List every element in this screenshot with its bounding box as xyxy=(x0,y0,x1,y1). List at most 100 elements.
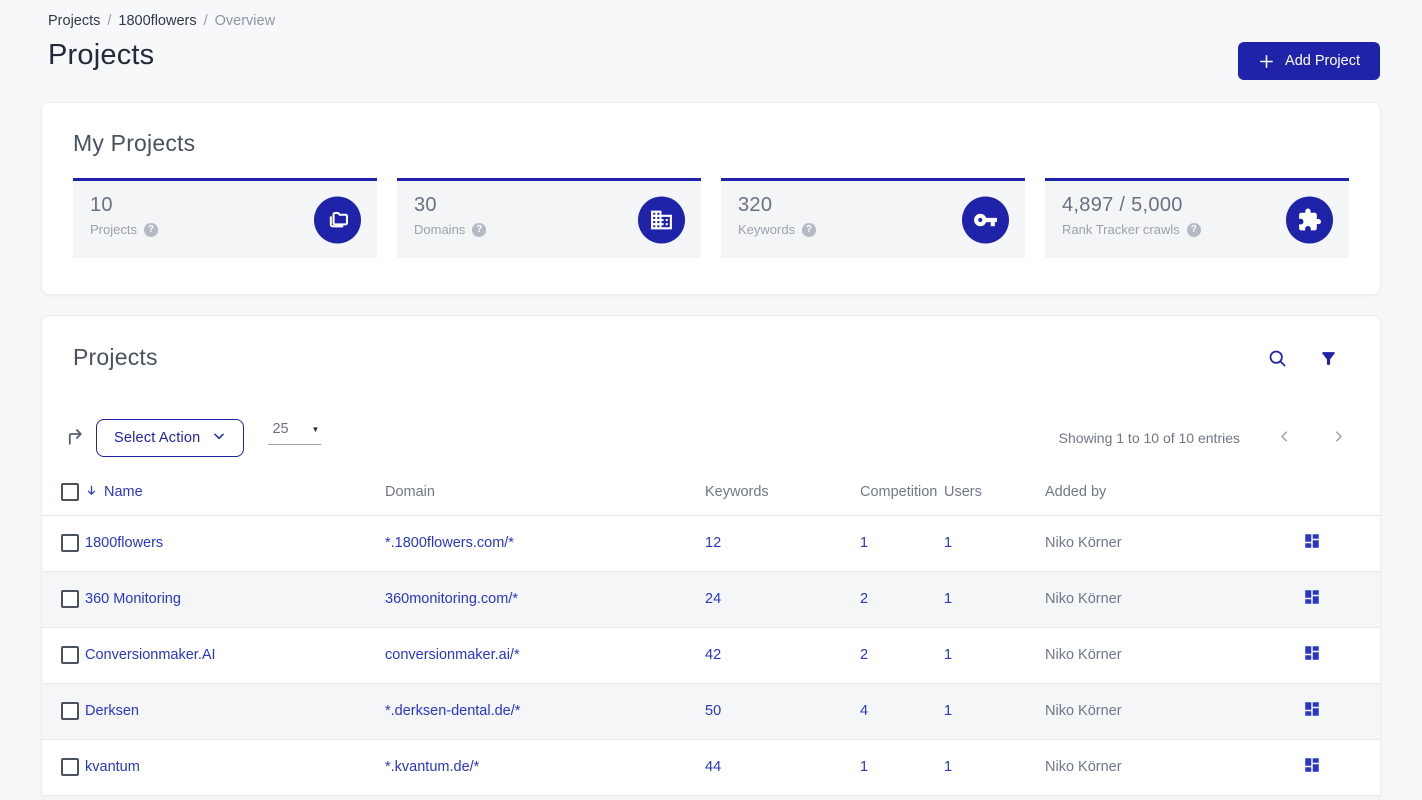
table-row: 360 Monitoring 360monitoring.com/* 24 2 … xyxy=(42,571,1380,628)
breadcrumb-overview: Overview xyxy=(214,13,276,29)
column-header-keywords[interactable]: Keywords xyxy=(705,470,860,516)
dashboard-icon[interactable] xyxy=(1303,532,1321,554)
breadcrumb-separator: / xyxy=(107,13,112,29)
stat-label: Domains xyxy=(414,222,466,237)
page: Projects / 1800flowers / Overview Projec… xyxy=(0,0,1422,800)
competition-count-link[interactable]: 1 xyxy=(860,535,868,551)
row-checkbox[interactable] xyxy=(61,758,79,776)
added-by-text: Niko Körner xyxy=(1045,627,1244,684)
table-header-row: Name Domain Keywords Competition Users A… xyxy=(42,470,1380,516)
building-icon xyxy=(638,196,685,243)
help-icon[interactable]: ? xyxy=(472,222,487,237)
dashboard-icon[interactable] xyxy=(1303,588,1321,610)
stat-tile-domains: 30 Domains ? xyxy=(397,178,701,258)
added-by-text: Niko Körner xyxy=(1045,683,1244,740)
page-size-value: 25 xyxy=(272,421,289,437)
project-domain-link[interactable]: conversionmaker.ai/* xyxy=(385,647,520,663)
table-toolbar: Select Action 25 ▼ Showing 1 to 10 of 10… xyxy=(42,419,1380,457)
project-name-link[interactable]: Conversionmaker.AI xyxy=(85,647,216,663)
competition-count-link[interactable]: 2 xyxy=(860,647,868,663)
puzzle-icon xyxy=(1286,196,1333,243)
projects-panel-title: Projects xyxy=(73,344,158,370)
users-count-link[interactable]: 1 xyxy=(944,703,952,719)
column-header-users[interactable]: Users xyxy=(944,470,1045,516)
add-project-label: Add Project xyxy=(1285,53,1360,69)
table-row: Conversionmaker.AI conversionmaker.ai/* … xyxy=(42,627,1380,684)
help-icon[interactable]: ? xyxy=(1186,222,1201,237)
pagination-next-icon[interactable] xyxy=(1331,429,1346,447)
project-domain-link[interactable]: *.1800flowers.com/* xyxy=(385,535,514,551)
page-size-select[interactable]: 25 ▼ xyxy=(268,421,322,445)
stat-tile-keywords: 320 Keywords ? xyxy=(721,178,1025,258)
table-row: 1800flowers *.1800flowers.com/* 12 1 1 N… xyxy=(42,515,1380,572)
keywords-count-link[interactable]: 12 xyxy=(705,535,721,551)
users-count-link[interactable]: 1 xyxy=(944,591,952,607)
plus-icon xyxy=(1258,53,1275,70)
chevron-down-icon xyxy=(212,429,226,447)
column-header-actions xyxy=(1244,470,1380,516)
breadcrumb-separator: / xyxy=(203,13,208,29)
dashboard-icon[interactable] xyxy=(1303,644,1321,666)
help-icon[interactable]: ? xyxy=(143,222,158,237)
users-count-link[interactable]: 1 xyxy=(944,759,952,775)
help-icon[interactable]: ? xyxy=(802,222,817,237)
search-icon[interactable] xyxy=(1267,348,1288,372)
row-checkbox[interactable] xyxy=(61,646,79,664)
page-title: Projects xyxy=(48,39,155,71)
pagination-prev-icon[interactable] xyxy=(1277,429,1292,447)
add-project-button[interactable]: Add Project xyxy=(1238,42,1380,80)
key-icon xyxy=(962,196,1009,243)
project-name-link[interactable]: 1800flowers xyxy=(85,535,163,551)
competition-count-link[interactable]: 4 xyxy=(860,703,868,719)
keywords-count-link[interactable]: 50 xyxy=(705,703,721,719)
competition-count-link[interactable]: 2 xyxy=(860,591,868,607)
caret-down-icon: ▼ xyxy=(311,424,320,434)
competition-count-link[interactable]: 1 xyxy=(860,759,868,775)
dashboard-icon[interactable] xyxy=(1303,756,1321,778)
projects-table: Name Domain Keywords Competition Users A… xyxy=(42,470,1380,800)
column-header-domain[interactable]: Domain xyxy=(385,470,705,516)
table-row: Derksen *.derksen-dental.de/* 50 4 1 Nik… xyxy=(42,683,1380,740)
stat-label: Projects xyxy=(90,222,137,237)
page-header: Projects Add Project xyxy=(41,39,1381,80)
stats-grid: 10 Projects ? 30 Domains ? 320 Keywords … xyxy=(73,178,1349,258)
keywords-count-link[interactable]: 42 xyxy=(705,647,721,663)
keywords-count-link[interactable]: 44 xyxy=(705,759,721,775)
projects-card: Projects Select Action 25 ▼ Showing 1 to… xyxy=(41,315,1381,800)
column-header-competition[interactable]: Competition xyxy=(860,470,944,516)
table-row xyxy=(42,795,1380,800)
dashboard-icon[interactable] xyxy=(1303,700,1321,722)
added-by-text: Niko Körner xyxy=(1045,571,1244,628)
stat-label: Keywords xyxy=(738,222,796,237)
project-name-link[interactable]: 360 Monitoring xyxy=(85,591,181,607)
users-count-link[interactable]: 1 xyxy=(944,647,952,663)
export-arrow-icon[interactable] xyxy=(65,425,88,451)
row-checkbox[interactable] xyxy=(61,534,79,552)
stat-label: Rank Tracker crawls xyxy=(1062,222,1180,237)
filter-icon[interactable] xyxy=(1319,348,1338,372)
row-checkbox[interactable] xyxy=(61,590,79,608)
table-row: kvantum *.kvantum.de/* 44 1 1 Niko Körne… xyxy=(42,739,1380,796)
select-all-checkbox[interactable] xyxy=(61,483,79,502)
copy-folder-icon xyxy=(314,196,361,243)
keywords-count-link[interactable]: 24 xyxy=(705,591,721,607)
project-domain-link[interactable]: *.derksen-dental.de/* xyxy=(385,703,520,719)
sort-desc-arrow-icon xyxy=(85,484,98,501)
project-domain-link[interactable]: *.kvantum.de/* xyxy=(385,759,479,775)
breadcrumb-1800flowers[interactable]: 1800flowers xyxy=(118,13,196,29)
select-action-label: Select Action xyxy=(114,430,201,446)
breadcrumb-projects[interactable]: Projects xyxy=(48,13,100,29)
my-projects-card: My Projects 10 Projects ? 30 Domains ? 3… xyxy=(41,102,1381,295)
my-projects-title: My Projects xyxy=(73,130,196,156)
row-checkbox[interactable] xyxy=(61,702,79,720)
select-action-dropdown[interactable]: Select Action xyxy=(96,419,245,457)
added-by-text: Niko Körner xyxy=(1045,739,1244,796)
project-domain-link[interactable]: 360monitoring.com/* xyxy=(385,591,518,607)
column-header-added-by[interactable]: Added by xyxy=(1045,470,1244,516)
showing-entries-text: Showing 1 to 10 of 10 entries xyxy=(1058,430,1240,446)
users-count-link[interactable]: 1 xyxy=(944,535,952,551)
project-name-link[interactable]: kvantum xyxy=(85,759,140,775)
column-header-name[interactable]: Name xyxy=(85,484,385,501)
project-name-link[interactable]: Derksen xyxy=(85,703,139,719)
stat-tile-rank-tracker: 4,897 / 5,000 Rank Tracker crawls ? xyxy=(1045,178,1349,258)
